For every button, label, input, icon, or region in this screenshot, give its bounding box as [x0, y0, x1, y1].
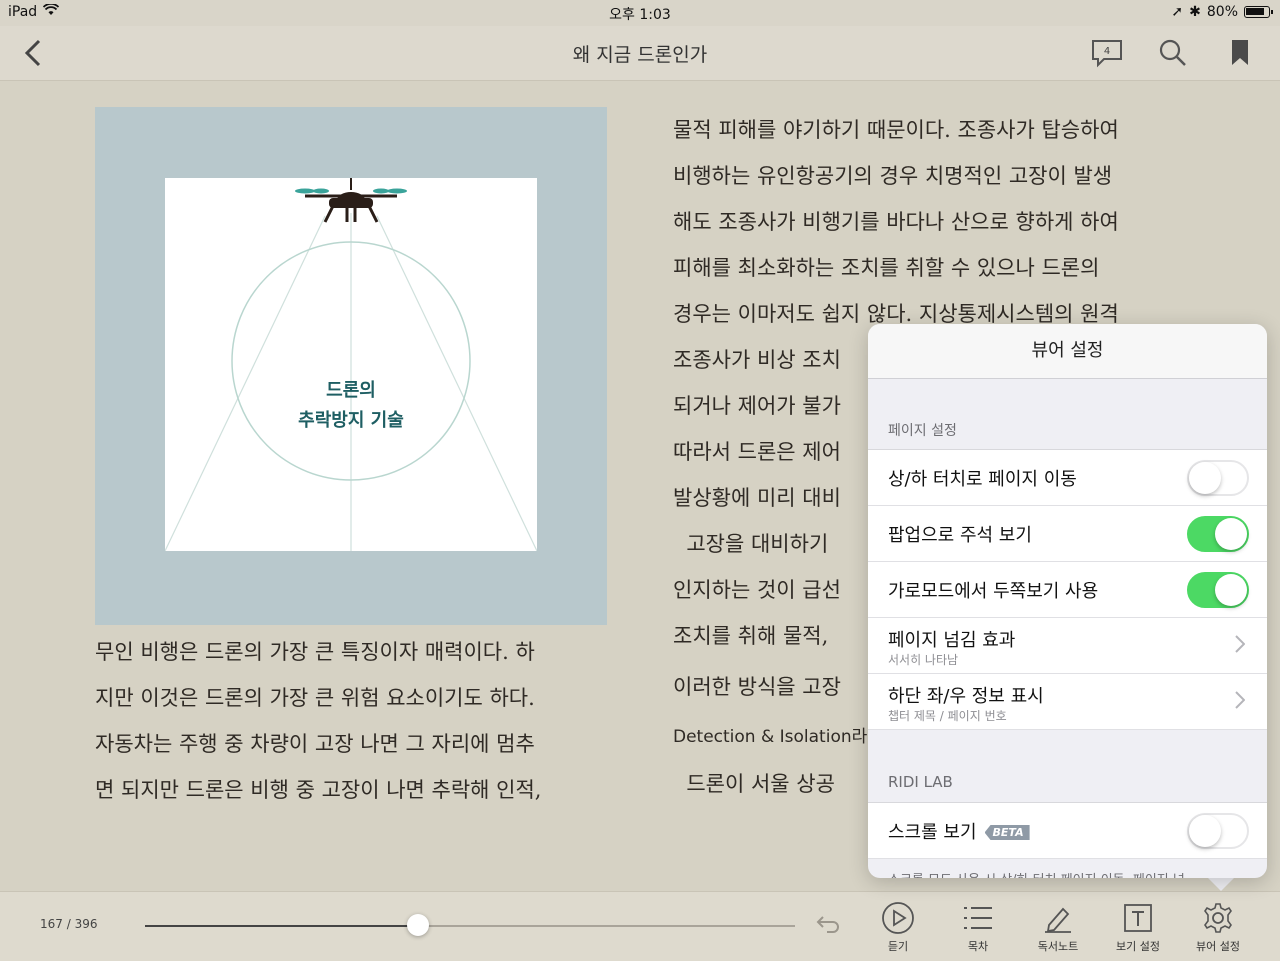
book-figure: 드론의 추락방지 기술 — [95, 107, 607, 625]
comment-count: 4 — [1103, 46, 1111, 57]
book-title: 왜 지금 드론인가 — [572, 44, 708, 66]
row-label-wrap: 스크롤 보기 BETA — [888, 818, 1030, 844]
row-label: 팝업으로 주석 보기 — [888, 525, 1032, 546]
text-line: 조치를 취해 물적, — [673, 624, 829, 648]
viewer-settings-popover: 뷰어 설정 페이지 설정 상/하 터치로 페이지 이동 팝업으로 주석 보기 가… — [868, 324, 1267, 878]
listen-label: 듣기 — [887, 940, 909, 953]
toc-label: 목차 — [967, 940, 989, 953]
text-line: 비행하는 유인항공기의 경우 치명적인 고장이 발생 — [673, 164, 1113, 188]
notes-button[interactable]: 독서노트 — [1023, 900, 1093, 954]
toggle-two-page-landscape[interactable] — [1187, 572, 1249, 608]
listen-button[interactable]: 듣기 — [863, 900, 933, 954]
view-settings-button[interactable]: 보기 설정 — [1103, 900, 1173, 954]
search-button[interactable] — [1156, 36, 1190, 70]
text-line: 고장을 대비하기 — [673, 532, 829, 556]
text-line: 자동차는 주행 중 차량이 고장 나면 그 자리에 멈추 — [95, 732, 535, 756]
text-line: 이러한 방식을 고장 — [673, 675, 841, 699]
text-line: 되거나 제어가 불가 — [673, 394, 841, 418]
row-popup-notes[interactable]: 팝업으로 주석 보기 — [868, 506, 1267, 562]
chevron-right-icon — [1235, 635, 1245, 653]
comments-button[interactable]: 4 — [1090, 36, 1124, 70]
text-line: Detection & Isolation라 — [673, 727, 868, 747]
figure-caption-line1: 드론의 — [326, 380, 376, 401]
status-time: 오후 1:03 — [609, 7, 671, 23]
gear-icon — [1204, 903, 1232, 933]
toc-button[interactable]: 목차 — [943, 900, 1013, 954]
text-line: 면 되지만 드론은 비행 중 고장이 나면 추락해 인적, — [95, 778, 542, 802]
status-bar: iPad 오후 1:03 ➚ ✱ 80% — [0, 0, 1280, 26]
notes-label: 독서노트 — [1037, 940, 1079, 953]
page-slider[interactable] — [145, 914, 795, 936]
search-icon — [1159, 39, 1186, 66]
view-settings-label: 보기 설정 — [1116, 940, 1160, 953]
row-scroll-view[interactable]: 스크롤 보기 BETA — [868, 803, 1267, 859]
drone-illustration — [164, 178, 538, 552]
bluetooth-icon: ✱ — [1189, 4, 1201, 20]
text-line: 물적 피해를 야기하기 때문이다. 조종사가 탑승하여 — [673, 118, 1119, 142]
bookmark-icon — [1232, 40, 1248, 65]
list-icon — [964, 907, 992, 929]
row-label: 하단 좌/우 정보 표시 — [888, 686, 1044, 707]
slider-knob[interactable] — [407, 914, 429, 936]
row-bottom-info[interactable]: 하단 좌/우 정보 표시 챕터 제목 / 페이지 번호 — [868, 674, 1267, 730]
popover-title: 뷰어 설정 — [868, 324, 1267, 379]
beta-badge: BETA — [984, 825, 1030, 840]
viewer-settings-button[interactable]: 뷰어 설정 — [1183, 900, 1253, 954]
row-sublabel: 서서히 나타남 — [888, 653, 959, 667]
row-touch-page-move[interactable]: 상/하 터치로 페이지 이동 — [868, 450, 1267, 506]
bookmark-button[interactable] — [1223, 36, 1257, 70]
pencil-icon — [1045, 907, 1071, 933]
battery-percent: 80% — [1206, 4, 1238, 20]
row-label: 상/하 터치로 페이지 이동 — [888, 469, 1077, 490]
row-two-page-landscape[interactable]: 가로모드에서 두쪽보기 사용 — [868, 562, 1267, 618]
figure-caption-line2: 추락방지 기술 — [298, 410, 404, 431]
figure-canvas: 드론의 추락방지 기술 — [164, 178, 538, 552]
bottom-toolbar: 167 / 396 듣기 목차 독서노트 보기 설정 뷰어 설정 — [0, 891, 1280, 961]
text-line: 피해를 최소화하는 조치를 취할 수 있으나 드론의 — [673, 256, 1100, 280]
row-label: 페이지 넘김 효과 — [888, 630, 1016, 651]
location-icon: ➚ — [1171, 4, 1184, 20]
scroll-footnote: 스크롤 모드 사용 시 상/하 터치 페이지 이동, 페이지 넘 — [868, 859, 1267, 878]
toggle-touch-page-move[interactable] — [1187, 460, 1249, 496]
chevron-right-icon — [1235, 691, 1245, 709]
play-icon — [882, 902, 914, 934]
row-page-turn-effect[interactable]: 페이지 넘김 효과 서서히 나타남 — [868, 618, 1267, 674]
toggle-scroll-view[interactable] — [1187, 813, 1249, 849]
row-label: 가로모드에서 두쪽보기 사용 — [888, 581, 1099, 602]
return-arrow-icon — [816, 916, 839, 933]
toggle-popup-notes[interactable] — [1187, 516, 1249, 552]
row-sublabel: 챕터 제목 / 페이지 번호 — [888, 709, 1007, 723]
section-label-page: 페이지 설정 — [888, 423, 957, 439]
battery-icon — [1244, 6, 1273, 18]
text-line: 따라서 드론은 제어 — [673, 440, 841, 464]
popover-arrow — [1207, 877, 1235, 891]
viewer-settings-label: 뷰어 설정 — [1196, 940, 1240, 953]
text-line: 해도 조종사가 비행기를 바다나 산으로 향하게 하여 — [673, 210, 1119, 234]
text-format-icon — [1124, 904, 1152, 932]
row-label: 스크롤 보기 — [888, 822, 977, 843]
navigation-bar: 왜 지금 드론인가 4 — [0, 26, 1280, 81]
text-line: 드론이 서울 상공 — [673, 772, 835, 796]
text-line: 조종사가 비상 조치 — [673, 348, 841, 372]
text-line: 무인 비행은 드론의 가장 큰 특징이자 매력이다. 하 — [95, 640, 535, 664]
undo-jump-button[interactable] — [815, 914, 841, 938]
page-indicator: 167 / 396 — [40, 917, 98, 931]
text-line: 인지하는 것이 급선 — [673, 578, 841, 602]
text-line: 지만 이것은 드론의 가장 큰 위험 요소이기도 하다. — [95, 686, 535, 710]
section-label-lab: RIDI LAB — [888, 773, 953, 791]
slider-fill — [145, 925, 418, 927]
text-line: 발상황에 미리 대비 — [673, 486, 841, 510]
